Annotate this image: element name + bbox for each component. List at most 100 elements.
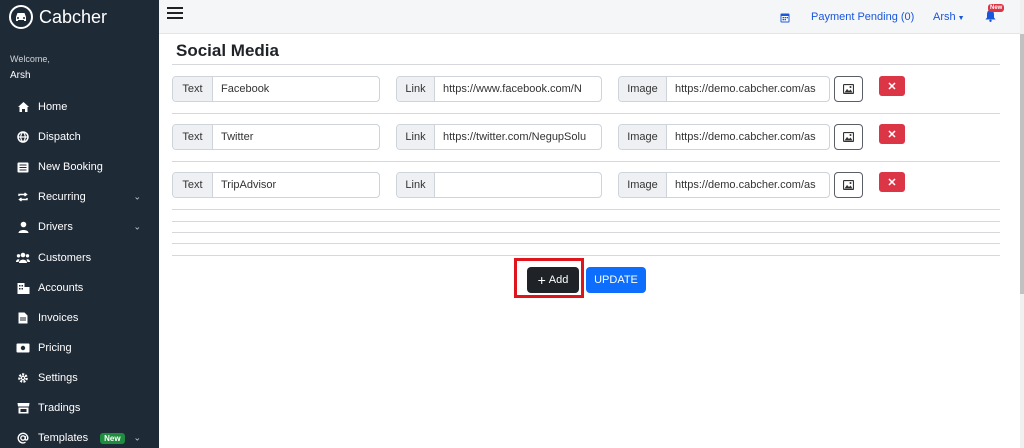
link-input[interactable]: https://twitter.com/NegupSolu xyxy=(435,125,601,149)
globe-icon xyxy=(16,130,30,144)
divider xyxy=(172,113,1000,114)
list-icon xyxy=(16,160,30,174)
image-picker-button[interactable] xyxy=(834,124,863,150)
scrollbar-thumb[interactable] xyxy=(1020,34,1024,294)
social-row: Text Facebook Link https://www.facebook.… xyxy=(172,76,1000,124)
user-name: Arsh xyxy=(10,70,31,81)
sidebar-item-new-booking[interactable]: New Booking xyxy=(0,152,159,182)
sidebar-item-label: Invoices xyxy=(38,311,79,324)
home-icon xyxy=(16,100,30,114)
image-field-group: Image https://demo.cabcher.com/as xyxy=(618,76,830,102)
image-picker-button[interactable] xyxy=(834,76,863,102)
sidebar-item-templates[interactable]: Templates New ⌄ xyxy=(0,423,159,448)
sidebar-item-label: Templates xyxy=(38,432,89,445)
image-input[interactable]: https://demo.cabcher.com/as xyxy=(667,173,829,197)
sidebar: Cabcher Welcome, Arsh Home Dispatch New … xyxy=(0,0,159,448)
sidebar-item-label: Recurring xyxy=(38,191,86,204)
new-badge: New xyxy=(100,432,125,444)
taxi-logo-icon xyxy=(9,5,33,29)
welcome-text: Welcome, xyxy=(10,54,50,64)
scrollbar[interactable] xyxy=(1020,0,1024,448)
text-field-group: Text Twitter xyxy=(172,124,380,150)
sidebar-item-label: Home xyxy=(38,101,68,114)
user-icon xyxy=(16,220,30,234)
text-input[interactable]: Facebook xyxy=(213,77,379,101)
image-input[interactable]: https://demo.cabcher.com/as xyxy=(667,77,829,101)
sidebar-item-invoices[interactable]: Invoices xyxy=(0,303,159,333)
divider xyxy=(172,209,1000,210)
calendar-icon[interactable] xyxy=(780,10,790,28)
sidebar-item-dispatch[interactable]: Dispatch xyxy=(0,122,159,152)
sidebar-item-label: Accounts xyxy=(38,281,84,294)
image-addon: Image xyxy=(619,173,667,197)
user-menu-label: Arsh xyxy=(933,11,956,23)
page-title: Social Media xyxy=(176,41,279,60)
text-addon: Text xyxy=(173,77,213,101)
delete-row-button[interactable]: ✕ xyxy=(879,172,905,192)
add-button[interactable]: + Add xyxy=(527,267,579,293)
link-input[interactable]: https://www.facebook.com/N xyxy=(435,77,601,101)
sidebar-item-accounts[interactable]: Accounts xyxy=(0,273,159,303)
text-field-group: Text Facebook xyxy=(172,76,380,102)
sidebar-item-label: Drivers xyxy=(38,221,73,234)
sidebar-item-pricing[interactable]: Pricing xyxy=(0,333,159,363)
social-row: Text Twitter Link https://twitter.com/Ne… xyxy=(172,124,1000,172)
chevron-down-icon: ⌄ xyxy=(133,221,141,232)
user-menu[interactable]: Arsh ▼ xyxy=(933,11,965,23)
brand-name: Cabcher xyxy=(39,6,108,27)
link-field-group: Link https://www.facebook.com/N xyxy=(396,76,602,102)
sidebar-item-drivers[interactable]: Drivers ⌄ xyxy=(0,212,159,242)
chevron-down-icon: ⌄ xyxy=(133,191,141,202)
link-addon: Link xyxy=(397,125,435,149)
link-field-group: Link https://twitter.com/NegupSolu xyxy=(396,124,602,150)
image-input[interactable]: https://demo.cabcher.com/as xyxy=(667,125,829,149)
link-input[interactable] xyxy=(435,173,601,197)
image-addon: Image xyxy=(619,77,667,101)
building-icon xyxy=(16,281,30,295)
close-icon: ✕ xyxy=(887,176,897,189)
close-icon: ✕ xyxy=(887,128,897,141)
close-icon: ✕ xyxy=(887,80,897,93)
sidebar-item-home[interactable]: Home xyxy=(0,92,159,122)
image-picker-button[interactable] xyxy=(834,172,863,198)
text-input[interactable]: TripAdvisor xyxy=(213,173,379,197)
sidebar-item-label: Tradings xyxy=(38,401,81,414)
brand[interactable]: Cabcher xyxy=(0,0,159,34)
link-field-group: Link xyxy=(396,172,602,198)
money-icon xyxy=(16,341,30,355)
sidebar-item-tradings[interactable]: Tradings xyxy=(0,393,159,423)
sidebar-item-label: Customers xyxy=(38,251,92,264)
topbar: Payment Pending (0) Arsh ▼ New xyxy=(159,0,1020,34)
image-field-group: Image https://demo.cabcher.com/as xyxy=(618,172,830,198)
file-icon xyxy=(16,311,30,325)
sidebar-item-settings[interactable]: Settings xyxy=(0,363,159,393)
caret-down-icon: ▼ xyxy=(957,15,965,22)
sidebar-item-label: Settings xyxy=(38,371,78,384)
add-button-label: Add xyxy=(548,274,569,286)
divider xyxy=(172,161,1000,162)
social-row: Text TripAdvisor Link Image https://demo… xyxy=(172,172,1000,220)
repeat-icon xyxy=(16,190,30,204)
delete-row-button[interactable]: ✕ xyxy=(879,124,905,144)
payment-pending-link[interactable]: Payment Pending (0) xyxy=(811,11,914,23)
sidebar-item-label: Dispatch xyxy=(38,131,81,144)
update-button[interactable]: UPDATE xyxy=(586,267,646,293)
text-input[interactable]: Twitter xyxy=(213,125,379,149)
sidebar-item-label: New Booking xyxy=(38,161,103,174)
sidebar-item-label: Pricing xyxy=(38,341,72,354)
hamburger-menu-icon[interactable] xyxy=(167,7,183,21)
gear-icon xyxy=(16,371,30,385)
sidebar-item-customers[interactable]: Customers xyxy=(0,242,159,272)
image-addon: Image xyxy=(619,125,667,149)
text-addon: Text xyxy=(173,173,213,197)
chevron-down-icon: ⌄ xyxy=(133,432,141,443)
text-field-group: Text TripAdvisor xyxy=(172,172,380,198)
at-icon xyxy=(16,431,30,445)
sidebar-item-recurring[interactable]: Recurring ⌄ xyxy=(0,182,159,212)
users-icon xyxy=(16,251,30,265)
image-icon xyxy=(843,84,854,94)
plus-icon: + xyxy=(537,272,546,288)
delete-row-button[interactable]: ✕ xyxy=(879,76,905,96)
link-addon: Link xyxy=(397,77,435,101)
image-icon xyxy=(843,132,854,142)
